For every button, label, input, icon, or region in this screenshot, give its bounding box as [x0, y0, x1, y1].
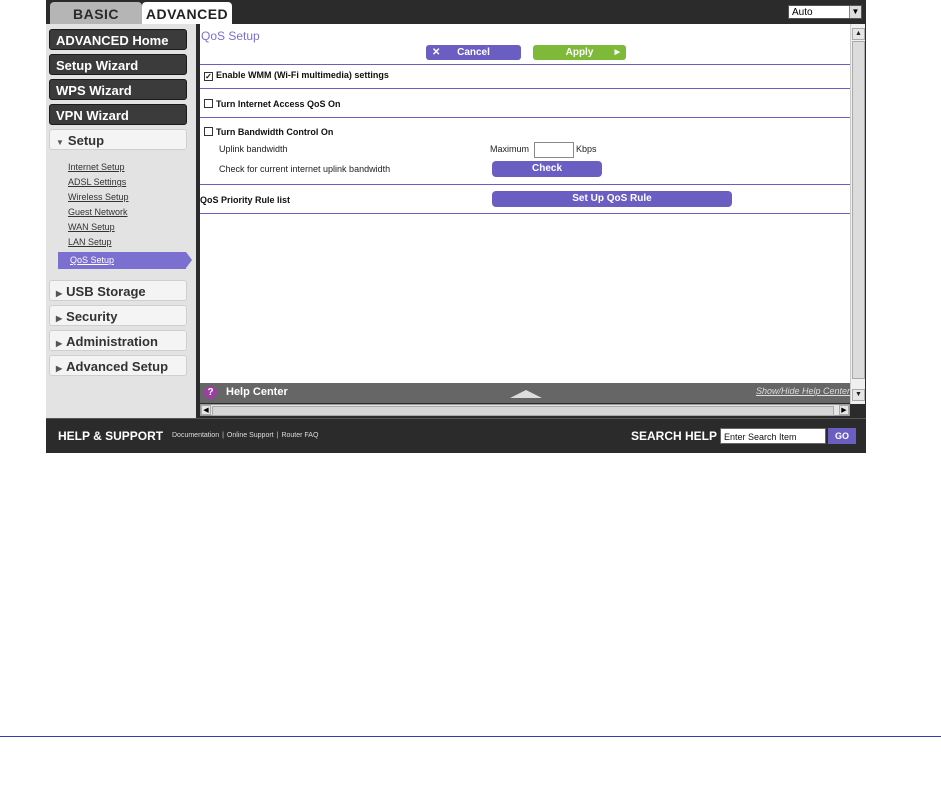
- search-input[interactable]: Enter Search Item: [720, 428, 826, 444]
- sublink-qos-setup-active[interactable]: QoS Setup: [58, 252, 192, 269]
- tab-basic[interactable]: BASIC: [50, 2, 142, 24]
- cancel-button[interactable]: ✕ Cancel: [426, 45, 521, 60]
- nav-section-administration[interactable]: ▶ Administration: [49, 330, 187, 351]
- wmm-row: ✓ Enable WMM (Wi-Fi multimedia) settings: [204, 69, 389, 81]
- sublink-wan-setup[interactable]: WAN Setup: [68, 220, 129, 235]
- sublink-adsl-settings[interactable]: ADSL Settings: [68, 175, 129, 190]
- wmm-label: Enable WMM (Wi-Fi multimedia) settings: [216, 70, 389, 80]
- maximum-label: Maximum: [490, 144, 530, 154]
- online-support-link[interactable]: Online Support: [227, 432, 274, 439]
- footer: HELP & SUPPORT Documentation | Online Supp…: [46, 418, 866, 453]
- main-content: QoS Setup ✕ Cancel Apply ▶ ✓ Enable WMM (…: [200, 24, 850, 383]
- nav-section-advanced-setup[interactable]: ▶ Advanced Setup: [49, 355, 187, 376]
- nav-section-security[interactable]: ▶ Security: [49, 305, 187, 326]
- qos-label: Turn Internet Access QoS On: [216, 99, 341, 109]
- search-help-label: SEARCH HELP: [631, 429, 718, 443]
- language-select[interactable]: Auto ▼: [788, 5, 862, 19]
- help-center-bar: ? Help Center Show/Hide Help Center: [200, 383, 850, 403]
- show-hide-help-link[interactable]: Show/Hide Help Center: [756, 386, 850, 396]
- nav-vpn-wizard[interactable]: VPN Wizard: [49, 104, 187, 125]
- nav-section-label: USB Storage: [66, 284, 146, 299]
- nav-section-label: Advanced Setup: [66, 359, 169, 374]
- qos-row: Turn Internet Access QoS On: [204, 98, 341, 110]
- sublink-wireless-setup[interactable]: Wireless Setup: [68, 190, 129, 205]
- qos-checkbox[interactable]: [204, 99, 213, 108]
- nav-wps-wizard[interactable]: WPS Wizard: [49, 79, 187, 100]
- language-select-value: Auto: [792, 7, 813, 18]
- sublink-guest-network[interactable]: Guest Network: [68, 205, 129, 220]
- nav-section-label: Administration: [66, 334, 158, 349]
- kbps-label: Kbps: [576, 144, 597, 154]
- uplink-bandwidth-input[interactable]: [534, 142, 574, 158]
- separator: |: [222, 432, 224, 439]
- expand-arrow-icon[interactable]: [510, 390, 542, 398]
- uplink-label: Uplink bandwidth: [219, 144, 288, 154]
- sublink-lan-setup[interactable]: LAN Setup: [68, 235, 129, 250]
- nav-section-setup-label: Setup: [67, 133, 105, 148]
- sidebar: ADVANCED Home Setup Wizard WPS Wizard VP…: [46, 24, 196, 418]
- divider: [200, 184, 850, 185]
- apply-button[interactable]: Apply ▶: [533, 45, 626, 60]
- scroll-left-icon[interactable]: ◀: [201, 405, 211, 415]
- tab-advanced[interactable]: ADVANCED: [142, 2, 232, 24]
- scroll-down-icon[interactable]: ▼: [852, 389, 865, 401]
- sublink-internet-setup[interactable]: Internet Setup: [68, 160, 129, 175]
- caret-right-icon: ▶: [56, 314, 63, 323]
- caret-right-icon: ▶: [56, 289, 63, 298]
- scrollbar-thumb[interactable]: [852, 41, 865, 379]
- help-center-title: Help Center: [226, 386, 288, 398]
- documentation-link[interactable]: Documentation: [172, 432, 219, 439]
- scroll-up-icon[interactable]: ▲: [852, 28, 865, 40]
- setup-submenu: Internet Setup ADSL Settings Wireless Se…: [68, 160, 129, 250]
- router-faq-link[interactable]: Router FAQ: [281, 432, 318, 439]
- nav-section-usb-storage[interactable]: ▶ USB Storage: [49, 280, 187, 301]
- vertical-scrollbar[interactable]: ▲ ▼: [850, 24, 865, 404]
- chevron-down-icon[interactable]: ▼: [849, 6, 861, 18]
- page-title: QoS Setup: [201, 29, 260, 43]
- nav-section-setup[interactable]: ▼ Setup: [49, 129, 187, 150]
- help-icon[interactable]: ?: [204, 386, 217, 399]
- nav-advanced-home[interactable]: ADVANCED Home: [49, 29, 187, 50]
- caret-right-icon: ▶: [56, 364, 63, 373]
- footer-links: Documentation | Online Support | Router FAQ: [172, 432, 318, 439]
- cancel-button-label: Cancel: [457, 47, 490, 58]
- bandwidth-checkbox[interactable]: [204, 127, 213, 136]
- nav-setup-wizard[interactable]: Setup Wizard: [49, 54, 187, 75]
- router-admin-window: BASIC ADVANCED Auto ▼ ADVANCED Home Setu…: [46, 0, 866, 453]
- divider: [200, 117, 850, 118]
- wmm-checkbox[interactable]: ✓: [204, 72, 213, 81]
- close-icon: ✕: [432, 47, 441, 58]
- caret-right-icon: ▶: [56, 339, 63, 348]
- go-button[interactable]: GO: [828, 428, 856, 444]
- apply-button-label: Apply: [565, 47, 594, 58]
- bandwidth-row: Turn Bandwidth Control On: [204, 126, 333, 138]
- scrollbar-thumb[interactable]: [212, 406, 834, 416]
- top-tab-bar: BASIC ADVANCED Auto ▼: [46, 0, 866, 24]
- separator: |: [276, 432, 279, 439]
- help-support-title: HELP & SUPPORT: [58, 429, 164, 443]
- divider: [200, 213, 850, 214]
- setup-qos-rule-button[interactable]: Set Up QoS Rule: [492, 191, 732, 207]
- nav-section-label: Security: [66, 309, 118, 324]
- divider: [200, 64, 850, 65]
- divider: [200, 88, 850, 89]
- bandwidth-label: Turn Bandwidth Control On: [216, 127, 334, 137]
- caret-down-icon: ▼: [56, 138, 64, 147]
- priority-label: QoS Priority Rule list: [200, 195, 291, 205]
- play-arrow-icon: ▶: [614, 49, 620, 56]
- check-label: Check for current internet uplink bandwi…: [219, 164, 391, 174]
- page-divider: [0, 736, 941, 737]
- horizontal-scrollbar[interactable]: ◀ ▶: [200, 404, 850, 416]
- scroll-right-icon[interactable]: ▶: [839, 405, 849, 415]
- check-button[interactable]: Check: [492, 161, 602, 177]
